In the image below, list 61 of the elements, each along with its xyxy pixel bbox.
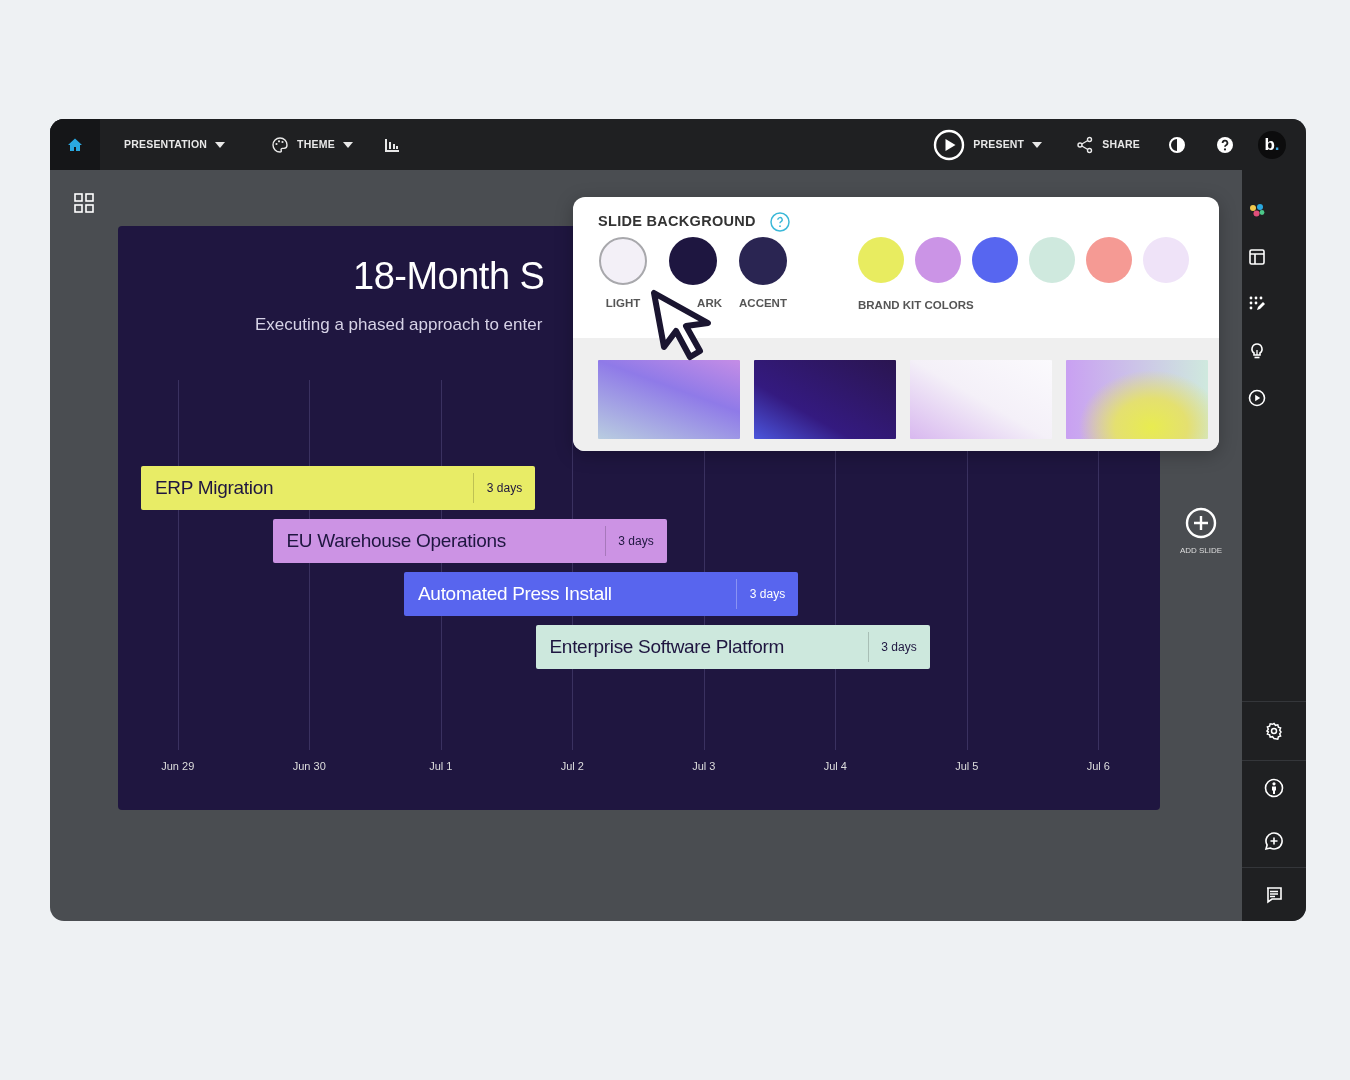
help-icon [1216, 135, 1234, 154]
play-circle-icon [1248, 388, 1266, 407]
present-button[interactable]: PRESENT [927, 124, 1049, 165]
swatch-label: LIGHT [605, 296, 641, 311]
color-swatch[interactable] [1143, 237, 1189, 283]
theme-menu[interactable]: THEME [265, 131, 359, 158]
play-circle-icon [933, 128, 966, 161]
swatch-label: ACCENT [739, 296, 787, 311]
notes-icon [1265, 885, 1283, 904]
gradient-thumbnail[interactable] [598, 360, 740, 439]
gradient-thumbnail[interactable] [1066, 360, 1208, 439]
lightbulb-icon [1248, 341, 1266, 360]
home-icon [67, 136, 83, 153]
popover-title: SLIDE BACKGROUND [598, 212, 756, 232]
color-swatch[interactable] [1086, 237, 1132, 283]
axis-label: Jul 4 [822, 759, 848, 774]
gradient-thumbnail[interactable] [754, 360, 896, 439]
axis-label: Jun 30 [291, 759, 327, 774]
color-swatch[interactable] [915, 237, 961, 283]
gradient-thumbnail[interactable] [910, 360, 1052, 439]
axis-label: Jul 3 [691, 759, 717, 774]
task-duration: 3 days [473, 473, 535, 503]
color-swatch[interactable] [858, 237, 904, 283]
brand-kit-label: BRAND KIT COLORS [858, 298, 975, 313]
axis-label: Jun 29 [160, 759, 196, 774]
home-button[interactable] [50, 119, 100, 170]
dot-grid-pencil-icon [1248, 294, 1266, 313]
comment-plus-icon [1264, 830, 1284, 851]
settings-icon [1265, 722, 1283, 740]
slide-title: 18-Month S [353, 256, 545, 298]
avatar[interactable]: b. [1258, 130, 1286, 159]
color-swatch[interactable] [669, 237, 717, 285]
layout-icon [1248, 247, 1266, 266]
share-icon [1076, 135, 1095, 154]
slide-subtitle: Executing a phased approach to enter [255, 313, 543, 336]
presentation-menu[interactable]: PRESENTATION [118, 132, 232, 157]
task-label: Automated Press Install [417, 581, 613, 606]
person-circle-icon [1264, 777, 1284, 798]
axis-label: Jul 1 [428, 759, 454, 774]
task-label: ERP Migration [154, 475, 275, 500]
task-label: Enterprise Software Platform [548, 634, 785, 659]
swatch-label: ARK [697, 296, 722, 311]
caret-icon [215, 141, 226, 148]
share-button[interactable]: SHARE [1070, 131, 1146, 158]
axis-label: Jul 6 [1085, 759, 1111, 774]
color-swatch[interactable] [972, 237, 1018, 283]
task-duration: 3 days [867, 632, 930, 662]
caret-icon [342, 141, 353, 148]
axis-label: Jul 2 [559, 759, 585, 774]
slide-grid-button[interactable] [74, 190, 94, 214]
caret-icon [1032, 141, 1043, 148]
task-label: EU Warehouse Operations [285, 528, 507, 553]
color-swatch[interactable] [599, 237, 647, 285]
contrast-icon [1168, 135, 1186, 154]
task-duration: 3 days [604, 526, 667, 556]
color-swatch[interactable] [1029, 237, 1075, 283]
add-slide-button[interactable]: ADD SLIDE [1179, 506, 1223, 557]
task-duration: 3 days [736, 579, 798, 609]
color-swatch[interactable] [739, 237, 787, 285]
axis-label: Jul 5 [954, 759, 980, 774]
palette-icon [271, 135, 290, 154]
